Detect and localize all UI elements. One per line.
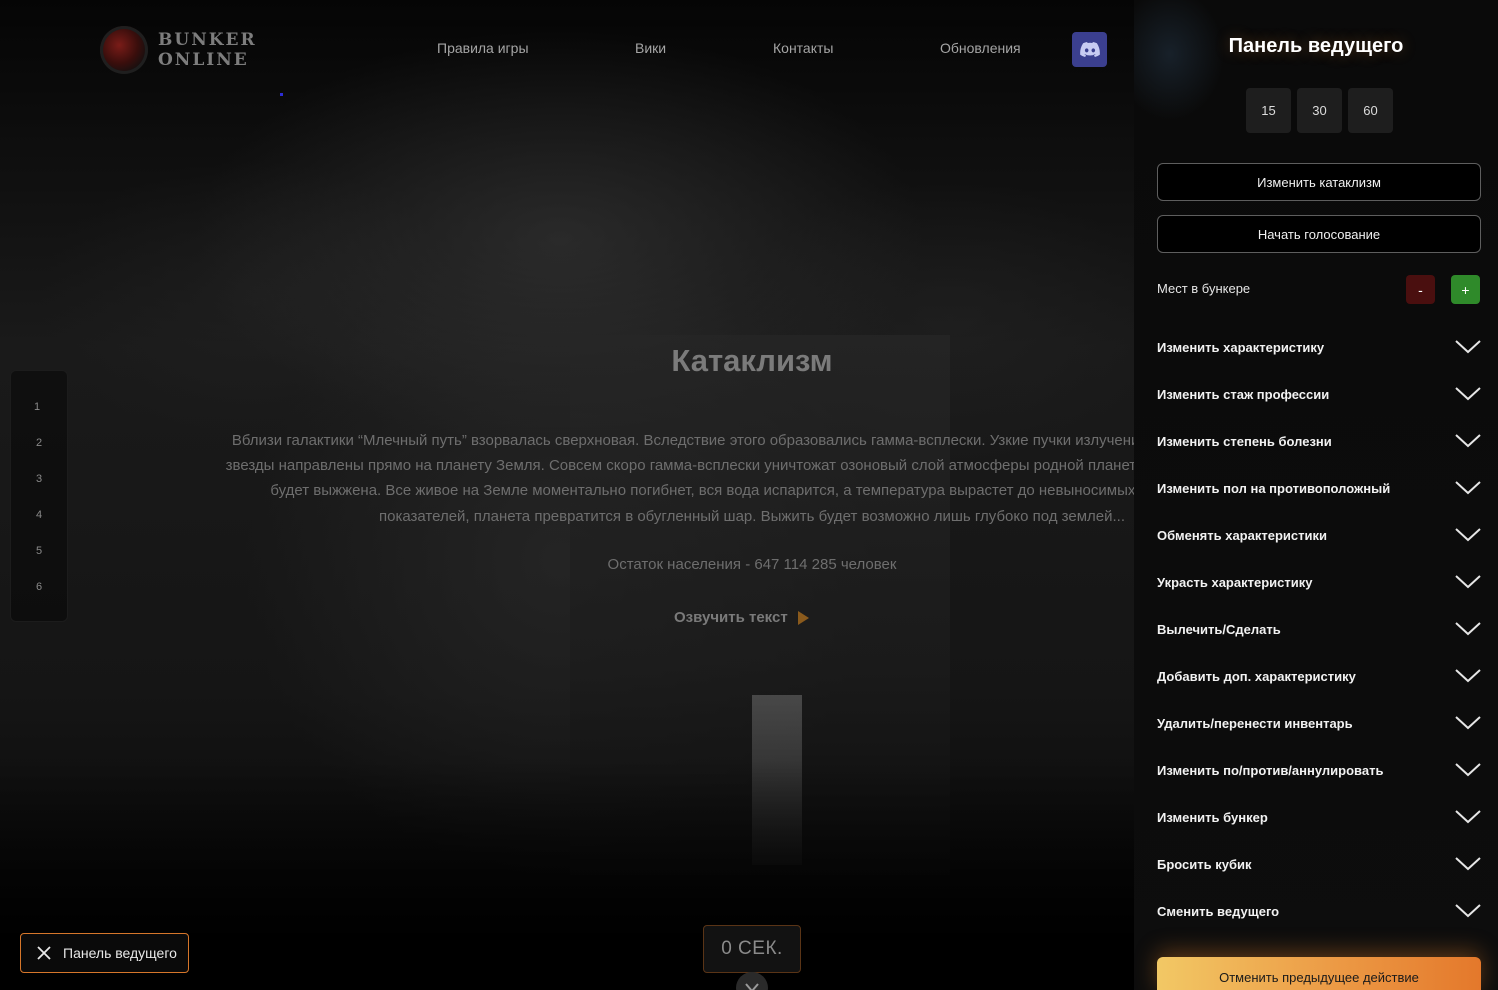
action-inventory[interactable]: Удалить/перенести инвентарь bbox=[1157, 708, 1481, 738]
nav-contacts[interactable]: Контакты bbox=[773, 40, 833, 56]
voice-text-label: Озвучить текст bbox=[674, 609, 788, 626]
action-label: Удалить/перенести инвентарь bbox=[1157, 715, 1353, 731]
host-panel-toggle-label: Панель ведущего bbox=[63, 945, 177, 961]
action-label: Добавить доп. характеристику bbox=[1157, 668, 1356, 684]
logo-line-1: BUNKER bbox=[158, 30, 257, 50]
change-cataclysm-button[interactable]: Изменить катаклизм bbox=[1157, 163, 1481, 201]
chevron-down-icon bbox=[1455, 622, 1481, 636]
chevron-down-icon bbox=[1455, 810, 1481, 824]
round-item[interactable]: 3 bbox=[11, 473, 67, 485]
close-icon bbox=[37, 946, 51, 960]
start-vote-button[interactable]: Начать голосование bbox=[1157, 215, 1481, 253]
chevron-down-icon bbox=[1455, 481, 1481, 495]
chevron-down-icon bbox=[1455, 528, 1481, 542]
host-panel-toggle[interactable]: Панель ведущего bbox=[20, 933, 189, 973]
logo-line-2: ONLINE bbox=[158, 50, 249, 70]
action-label: Вылечить/Сделать bbox=[1157, 621, 1281, 637]
action-label: Изменить стаж профессии bbox=[1157, 386, 1330, 402]
play-icon bbox=[797, 610, 809, 625]
chevron-down-icon bbox=[745, 983, 759, 990]
action-steal-trait[interactable]: Украсть характеристику bbox=[1157, 567, 1481, 597]
action-label: Изменить степень болезни bbox=[1157, 433, 1332, 449]
voice-text-button[interactable]: Озвучить текст bbox=[674, 609, 809, 626]
action-vote-modifier[interactable]: Изменить по/против/аннулировать bbox=[1157, 755, 1481, 785]
action-change-gender[interactable]: Изменить пол на противоположный bbox=[1157, 473, 1481, 503]
nav-wiki[interactable]: Вики bbox=[635, 40, 666, 56]
host-panel: Панель ведущего 15 30 60 Изменить катакл… bbox=[1134, 0, 1498, 990]
round-item[interactable]: 6 bbox=[11, 581, 67, 593]
undo-last-action-button[interactable]: Отменить предыдущее действие bbox=[1157, 957, 1481, 990]
chevron-down-icon bbox=[1455, 763, 1481, 777]
action-label: Украсть характеристику bbox=[1157, 574, 1313, 590]
nav-updates[interactable]: Обновления bbox=[940, 40, 1021, 56]
action-roll-dice[interactable]: Бросить кубик bbox=[1157, 849, 1481, 879]
action-label: Обменять характеристики bbox=[1157, 527, 1327, 543]
action-add-trait[interactable]: Добавить доп. характеристику bbox=[1157, 661, 1481, 691]
discord-button[interactable] bbox=[1072, 32, 1107, 67]
decorative-dot bbox=[280, 93, 283, 96]
nav-rules[interactable]: Правила игры bbox=[437, 40, 529, 56]
seats-plus-button[interactable]: + bbox=[1451, 275, 1480, 304]
action-change-disease[interactable]: Изменить степень болезни bbox=[1157, 426, 1481, 456]
chevron-down-icon bbox=[1455, 904, 1481, 918]
action-change-host[interactable]: Сменить ведущего bbox=[1157, 896, 1481, 926]
time-15-button[interactable]: 15 bbox=[1246, 88, 1291, 133]
action-label: Изменить характеристику bbox=[1157, 339, 1325, 355]
chevron-down-icon bbox=[1455, 340, 1481, 354]
action-label: Изменить бункер bbox=[1157, 809, 1268, 825]
action-change-trait[interactable]: Изменить характеристику bbox=[1157, 332, 1481, 362]
chevron-down-icon bbox=[1455, 387, 1481, 401]
site-logo[interactable]: BUNKER ONLINE bbox=[100, 26, 257, 74]
action-swap-traits[interactable]: Обменять характеристики bbox=[1157, 520, 1481, 550]
rounds-list: 1 2 3 4 5 6 bbox=[10, 370, 68, 622]
time-30-button[interactable]: 30 bbox=[1297, 88, 1342, 133]
chevron-down-icon bbox=[1455, 575, 1481, 589]
round-item[interactable]: 1 bbox=[9, 401, 65, 413]
logo-emblem-icon bbox=[100, 26, 148, 74]
chevron-down-icon bbox=[1455, 716, 1481, 730]
action-label: Изменить по/против/аннулировать bbox=[1157, 762, 1384, 778]
cataclysm-description: Вблизи галактики “Млечный путь” взорвала… bbox=[225, 432, 1279, 525]
panel-glow bbox=[1134, 0, 1224, 120]
chevron-down-icon bbox=[1455, 857, 1481, 871]
action-label: Сменить ведущего bbox=[1157, 903, 1280, 919]
round-item[interactable]: 2 bbox=[11, 437, 67, 449]
bunker-seats-label: Мест в бункере bbox=[1157, 281, 1251, 296]
action-heal[interactable]: Вылечить/Сделать bbox=[1157, 614, 1481, 644]
time-60-button[interactable]: 60 bbox=[1348, 88, 1393, 133]
host-panel-title: Панель ведущего bbox=[1228, 35, 1404, 57]
seats-minus-button[interactable]: - bbox=[1406, 275, 1435, 304]
chevron-down-icon bbox=[1455, 434, 1481, 448]
action-label: Бросить кубик bbox=[1157, 856, 1252, 872]
chevron-down-icon bbox=[1455, 669, 1481, 683]
discord-icon bbox=[1079, 42, 1100, 57]
action-label: Изменить пол на противоположный bbox=[1157, 480, 1391, 496]
action-change-bunker[interactable]: Изменить бункер bbox=[1157, 802, 1481, 832]
round-item[interactable]: 4 bbox=[11, 509, 67, 521]
timer-display: 0 СЕК. bbox=[703, 925, 801, 973]
logo-text: BUNKER ONLINE bbox=[158, 30, 257, 70]
action-change-experience[interactable]: Изменить стаж профессии bbox=[1157, 379, 1481, 409]
